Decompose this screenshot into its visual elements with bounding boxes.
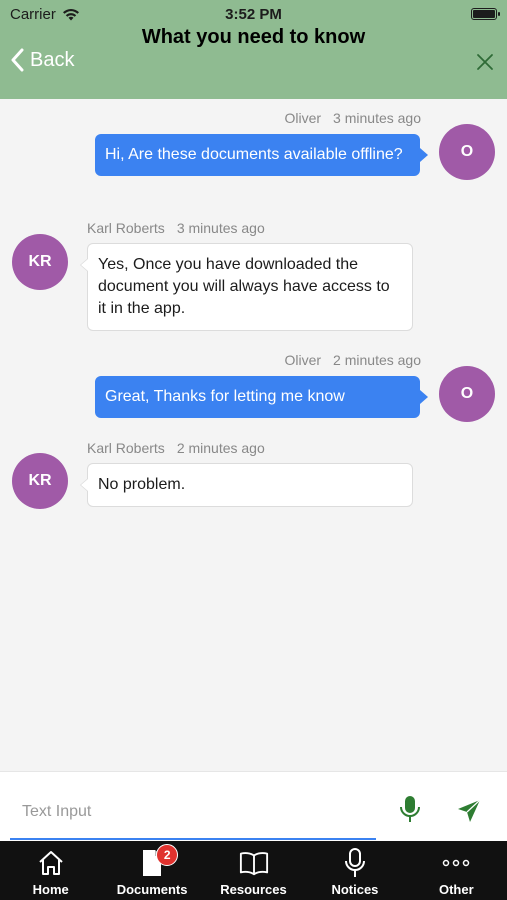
message-text: Great, Thanks for letting me know	[105, 388, 345, 405]
message-text: Hi, Are these documents available offlin…	[105, 146, 403, 163]
avatar-initials: O	[460, 143, 474, 160]
microphone-icon	[340, 846, 370, 880]
status-bar: Carrier 3:52 PM	[0, 0, 507, 28]
tab-label: Documents	[116, 882, 188, 897]
tab-label: Other	[438, 882, 474, 897]
message-time: 2 minutes ago	[333, 352, 421, 368]
message-meta: Karl Roberts 3 minutes ago	[87, 220, 265, 236]
message-input[interactable]	[10, 772, 376, 840]
message-text: No problem.	[98, 476, 186, 493]
avatar[interactable]: KR	[12, 234, 68, 290]
battery-icon	[471, 8, 500, 20]
home-icon	[36, 846, 66, 880]
microphone-icon[interactable]	[398, 794, 422, 824]
message-bubble-outgoing[interactable]: Hi, Are these documents available offlin…	[95, 134, 428, 176]
composer-bar	[0, 771, 507, 841]
message-meta: Oliver 3 minutes ago	[284, 110, 421, 126]
message-meta: Oliver 2 minutes ago	[284, 352, 421, 368]
book-icon	[239, 846, 269, 880]
tab-bar: Home 2 Documents Resources Notices Other	[0, 841, 507, 900]
tab-home[interactable]: Home	[0, 841, 101, 900]
message-time: 2 minutes ago	[176, 440, 265, 456]
avatar[interactable]: O	[439, 124, 495, 180]
tab-label: Resources	[220, 882, 287, 897]
avatar-initials: O	[460, 385, 474, 402]
message-bubble-incoming[interactable]: Yes, Once you have downloaded the docume…	[80, 243, 413, 331]
avatar[interactable]: KR	[12, 453, 68, 509]
chevron-left-icon	[11, 48, 24, 72]
message-bubble-outgoing[interactable]: Great, Thanks for letting me know	[95, 376, 428, 418]
message-bubble-incoming[interactable]: No problem.	[80, 463, 413, 507]
tab-documents[interactable]: 2 Documents	[101, 841, 202, 900]
avatar-initials: KR	[28, 253, 52, 270]
message-time: 3 minutes ago	[333, 110, 421, 126]
tab-resources[interactable]: Resources	[203, 841, 304, 900]
close-icon[interactable]	[475, 52, 495, 72]
tab-other[interactable]: Other	[406, 841, 507, 900]
message-text: Yes, Once you have downloaded the docume…	[98, 256, 390, 317]
status-time: 3:52 PM	[225, 6, 282, 23]
message-meta: Karl Roberts 2 minutes ago	[87, 440, 265, 456]
more-icon	[441, 846, 471, 880]
message-sender: Oliver	[284, 110, 322, 126]
page-title: What you need to know	[141, 26, 366, 48]
tab-notices[interactable]: Notices	[304, 841, 405, 900]
chat-area[interactable]: Oliver 3 minutes ago Hi, Are these docume…	[0, 99, 507, 771]
message-sender: Karl Roberts	[87, 440, 165, 456]
message-sender: Oliver	[284, 352, 322, 368]
send-icon[interactable]	[456, 798, 482, 824]
message-sender: Karl Roberts	[87, 220, 165, 236]
message-time: 3 minutes ago	[176, 220, 265, 236]
tab-label: Notices	[331, 882, 379, 897]
back-label: Back	[30, 48, 75, 71]
badge-count: 2	[156, 844, 179, 866]
header-bar: Carrier 3:52 PM What you need to know Ba…	[0, 0, 507, 99]
back-button[interactable]: Back	[10, 48, 74, 72]
avatar-initials: KR	[28, 472, 52, 489]
avatar[interactable]: O	[439, 366, 495, 422]
tab-label: Home	[32, 882, 69, 897]
